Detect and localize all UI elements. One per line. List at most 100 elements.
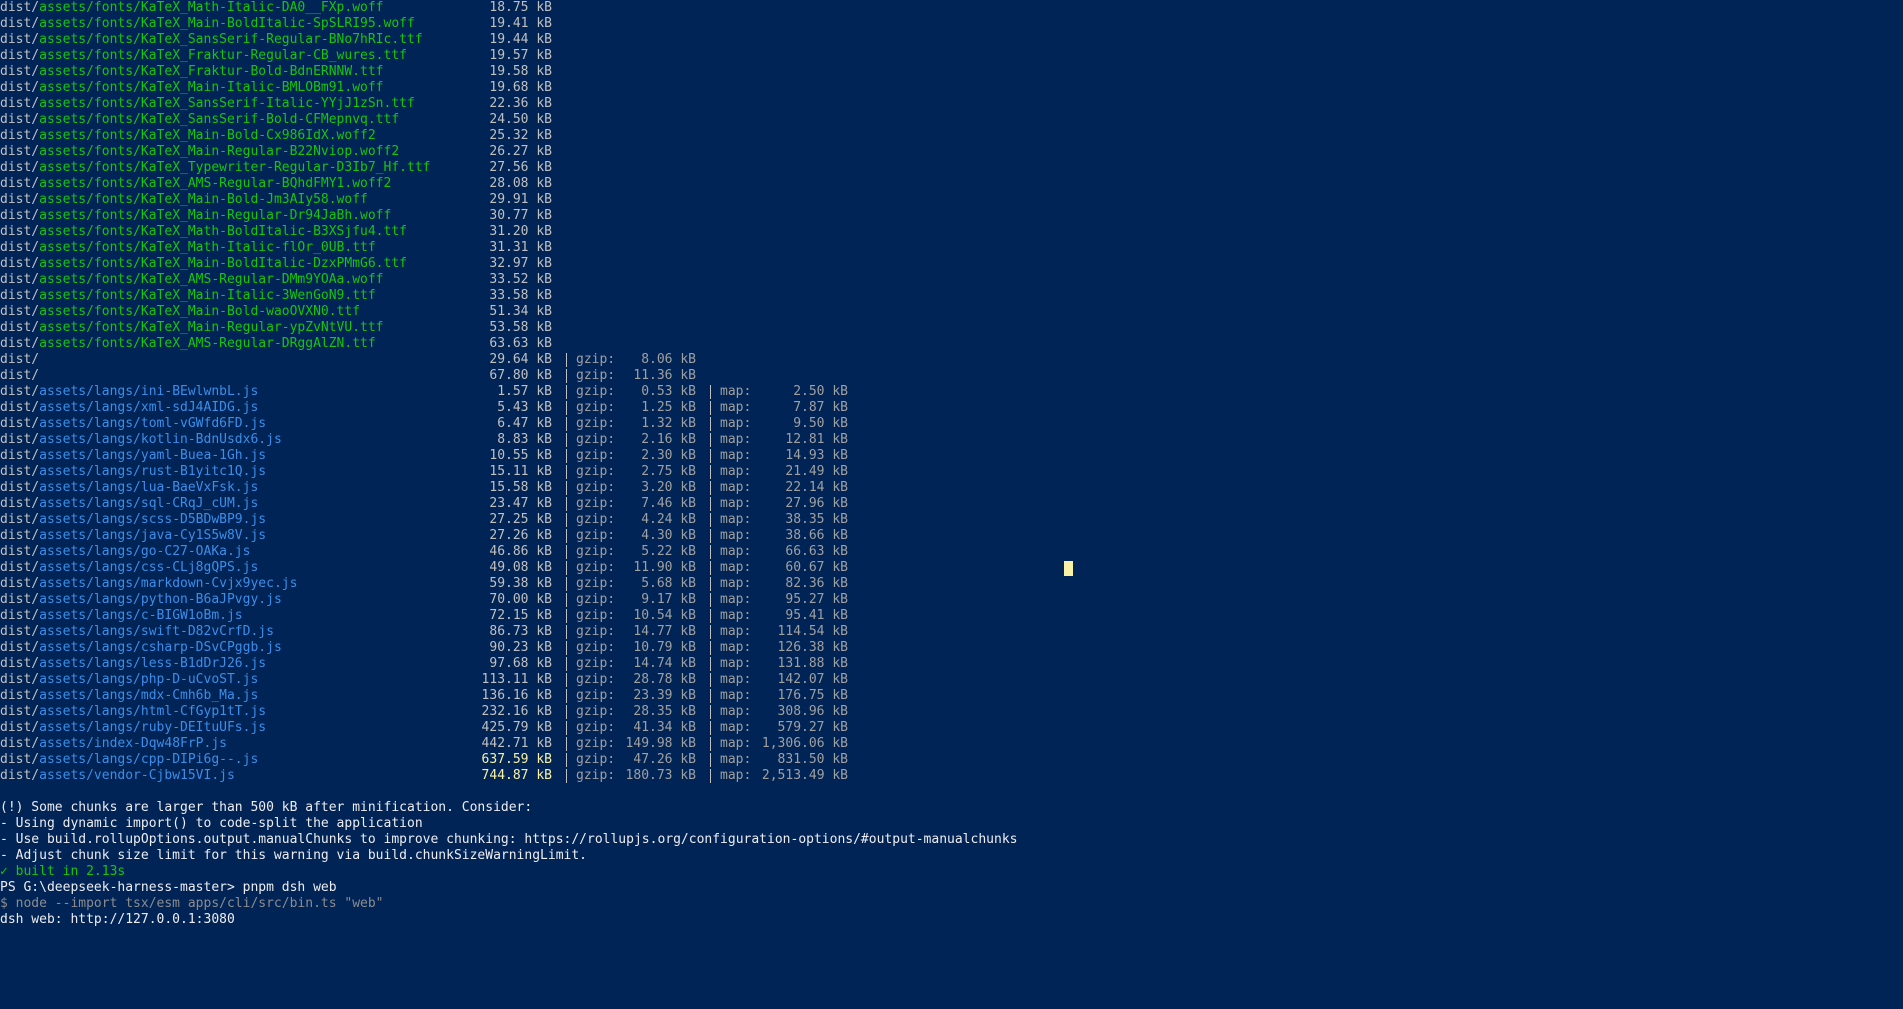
asset-path: dist/assets/fonts/KaTeX_Math-Italic-DA0_…	[0, 0, 384, 16]
column-separator	[710, 481, 711, 495]
font-file-path: assets/fonts/KaTeX_Main-Regular-B22Nviop…	[39, 144, 400, 159]
gzip-size: 5.22 kB	[641, 544, 696, 559]
build-status-line: ✓ built in 2.13s	[0, 864, 1903, 880]
dist-prefix: dist/	[0, 48, 40, 63]
js-file-path: assets/langs/yaml-Buea-1Gh.js	[39, 448, 267, 463]
gzip-size: 2.75 kB	[641, 464, 696, 479]
gzip-label: gzip:	[576, 512, 616, 527]
js-asset-row: dist/assets/index-Dqw48FrP.js 442.71 kB gz…	[0, 736, 1903, 752]
font-file-path: assets/fonts/KaTeX_SansSerif-Regular-BNo…	[39, 32, 423, 47]
gzip-label: gzip:	[576, 704, 616, 719]
file-size: 10.55 kB	[489, 448, 552, 463]
font-asset-row: dist/assets/fonts/KaTeX_Main-Regular-B22…	[0, 144, 1903, 160]
font-asset-row: dist/assets/fonts/KaTeX_Typewriter-Regul…	[0, 160, 1903, 176]
map-label: map:	[720, 736, 752, 751]
file-size: 63.63 kB	[489, 336, 552, 351]
dist-prefix: dist/	[0, 288, 40, 303]
js-file-path: assets/langs/csharp-DSvCPggb.js	[39, 640, 282, 655]
gzip-label: gzip:	[576, 656, 616, 671]
dist-prefix: dist/	[0, 144, 40, 159]
map-size: 2,513.49 kB	[761, 768, 848, 783]
column-separator	[566, 737, 567, 751]
dist-prefix: dist/	[0, 32, 40, 47]
map-size: 126.38 kB	[777, 640, 848, 655]
map-label: map:	[720, 416, 752, 431]
map-label: map:	[720, 384, 752, 399]
map-size: 12.81 kB	[785, 432, 848, 447]
font-asset-row: dist/assets/fonts/KaTeX_SansSerif-Regula…	[0, 32, 1903, 48]
map-label: map:	[720, 592, 752, 607]
asset-path: dist/assets/langs/c-BIGW1oBm.js	[0, 608, 243, 624]
column-separator	[710, 609, 711, 623]
js-asset-row: dist/assets/langs/scss-D5BDwBP9.js 27.25 …	[0, 512, 1903, 528]
asset-path: dist/assets/langs/python-B6aJPvgy.js	[0, 592, 282, 608]
js-asset-row: dist/assets/langs/swift-D82vCrfD.js 86.73…	[0, 624, 1903, 640]
asset-path: dist/assets/fonts/KaTeX_SansSerif-Italic…	[0, 96, 415, 112]
gzip-label: gzip:	[576, 688, 616, 703]
js-asset-row: dist/assets/langs/csharp-DSvCPggb.js 90.2…	[0, 640, 1903, 656]
dist-prefix: dist/	[0, 528, 40, 543]
font-file-path: assets/fonts/KaTeX_Main-Bold-Jm3AIy58.wo…	[39, 192, 368, 207]
map-size: 60.67 kB	[785, 560, 848, 575]
column-separator	[566, 545, 567, 559]
gzip-label: gzip:	[576, 416, 616, 431]
file-size: 136.16 kB	[481, 688, 552, 703]
asset-path: dist/assets/fonts/KaTeX_Fraktur-Regular-…	[0, 48, 407, 64]
file-size: 28.08 kB	[489, 176, 552, 191]
file-size: 19.58 kB	[489, 64, 552, 79]
column-separator	[710, 753, 711, 767]
file-size: 425.79 kB	[481, 720, 552, 735]
column-separator	[710, 417, 711, 431]
font-file-path: assets/fonts/KaTeX_SansSerif-Italic-YYjJ…	[39, 96, 415, 111]
file-size: 49.08 kB	[489, 560, 552, 575]
font-asset-row: dist/assets/fonts/KaTeX_Main-Regular-Dr9…	[0, 208, 1903, 224]
asset-path: dist/assets/langs/less-B1dDrJ26.js	[0, 656, 266, 672]
gzip-label: gzip:	[576, 352, 616, 367]
column-separator	[710, 433, 711, 447]
asset-path: dist/assets/langs/kotlin-BdnUsdx6.js	[0, 432, 282, 448]
asset-path: dist/	[0, 368, 40, 383]
gzip-size: 2.16 kB	[641, 432, 696, 447]
dist-prefix: dist/	[0, 128, 40, 143]
font-asset-row: dist/assets/fonts/KaTeX_AMS-Regular-DRgg…	[0, 336, 1903, 352]
font-file-path: assets/fonts/KaTeX_Main-Bold-waoOVXN0.tt…	[39, 304, 361, 319]
font-file-path: assets/fonts/KaTeX_AMS-Regular-BQhdFMY1.…	[39, 176, 392, 191]
map-label: map:	[720, 608, 752, 623]
font-asset-row: dist/assets/fonts/KaTeX_SansSerif-Bold-C…	[0, 112, 1903, 128]
font-asset-row: dist/assets/fonts/KaTeX_AMS-Regular-BQhd…	[0, 176, 1903, 192]
map-label: map:	[720, 560, 752, 575]
dist-prefix: dist/	[0, 304, 40, 319]
js-asset-row: dist/assets/langs/markdown-Cvjx9yec.js 59…	[0, 576, 1903, 592]
dist-prefix: dist/	[0, 640, 40, 655]
js-file-path: assets/langs/rust-B1yitc1Q.js	[39, 464, 267, 479]
terminal-window[interactable]: dist/assets/fonts/KaTeX_Math-Italic-DA0_…	[0, 0, 1903, 1009]
file-size: 19.41 kB	[489, 16, 552, 31]
gzip-size: 3.20 kB	[641, 480, 696, 495]
js-asset-row: dist/assets/langs/toml-vGWfd6FD.js 6.47 k…	[0, 416, 1903, 432]
asset-path: dist/assets/fonts/KaTeX_Math-Italic-flOr…	[0, 240, 376, 256]
column-separator	[710, 689, 711, 703]
map-label: map:	[720, 464, 752, 479]
dist-prefix: dist/	[0, 592, 40, 607]
dist-prefix: dist/	[0, 64, 40, 79]
gzip-size: 41.34 kB	[633, 720, 696, 735]
asset-path: dist/	[0, 352, 40, 367]
js-file-path: assets/langs/mdx-Cmh6b_Ma.js	[39, 688, 259, 703]
file-size: 32.97 kB	[489, 256, 552, 271]
font-asset-row: dist/assets/fonts/KaTeX_SansSerif-Italic…	[0, 96, 1903, 112]
dist-prefix: dist/	[0, 704, 40, 719]
asset-path: dist/assets/langs/scss-D5BDwBP9.js	[0, 512, 266, 528]
js-file-path: assets/langs/sql-CRqJ_cUM.js	[39, 496, 259, 511]
gzip-size: 2.30 kB	[641, 448, 696, 463]
gzip-size: 7.46 kB	[641, 496, 696, 511]
map-size: 14.93 kB	[785, 448, 848, 463]
gzip-size: 149.98 kB	[625, 736, 696, 751]
js-asset-row: dist/assets/langs/mdx-Cmh6b_Ma.js 136.16 …	[0, 688, 1903, 704]
map-label: map:	[720, 544, 752, 559]
column-separator	[710, 513, 711, 527]
gzip-label: gzip:	[576, 752, 616, 767]
font-file-path: assets/fonts/KaTeX_Main-Italic-BMLOBm91.…	[39, 80, 384, 95]
file-size: 53.58 kB	[489, 320, 552, 335]
map-size: 9.50 kB	[793, 416, 848, 431]
asset-path: dist/assets/langs/html-CfGyp1tT.js	[0, 704, 266, 720]
